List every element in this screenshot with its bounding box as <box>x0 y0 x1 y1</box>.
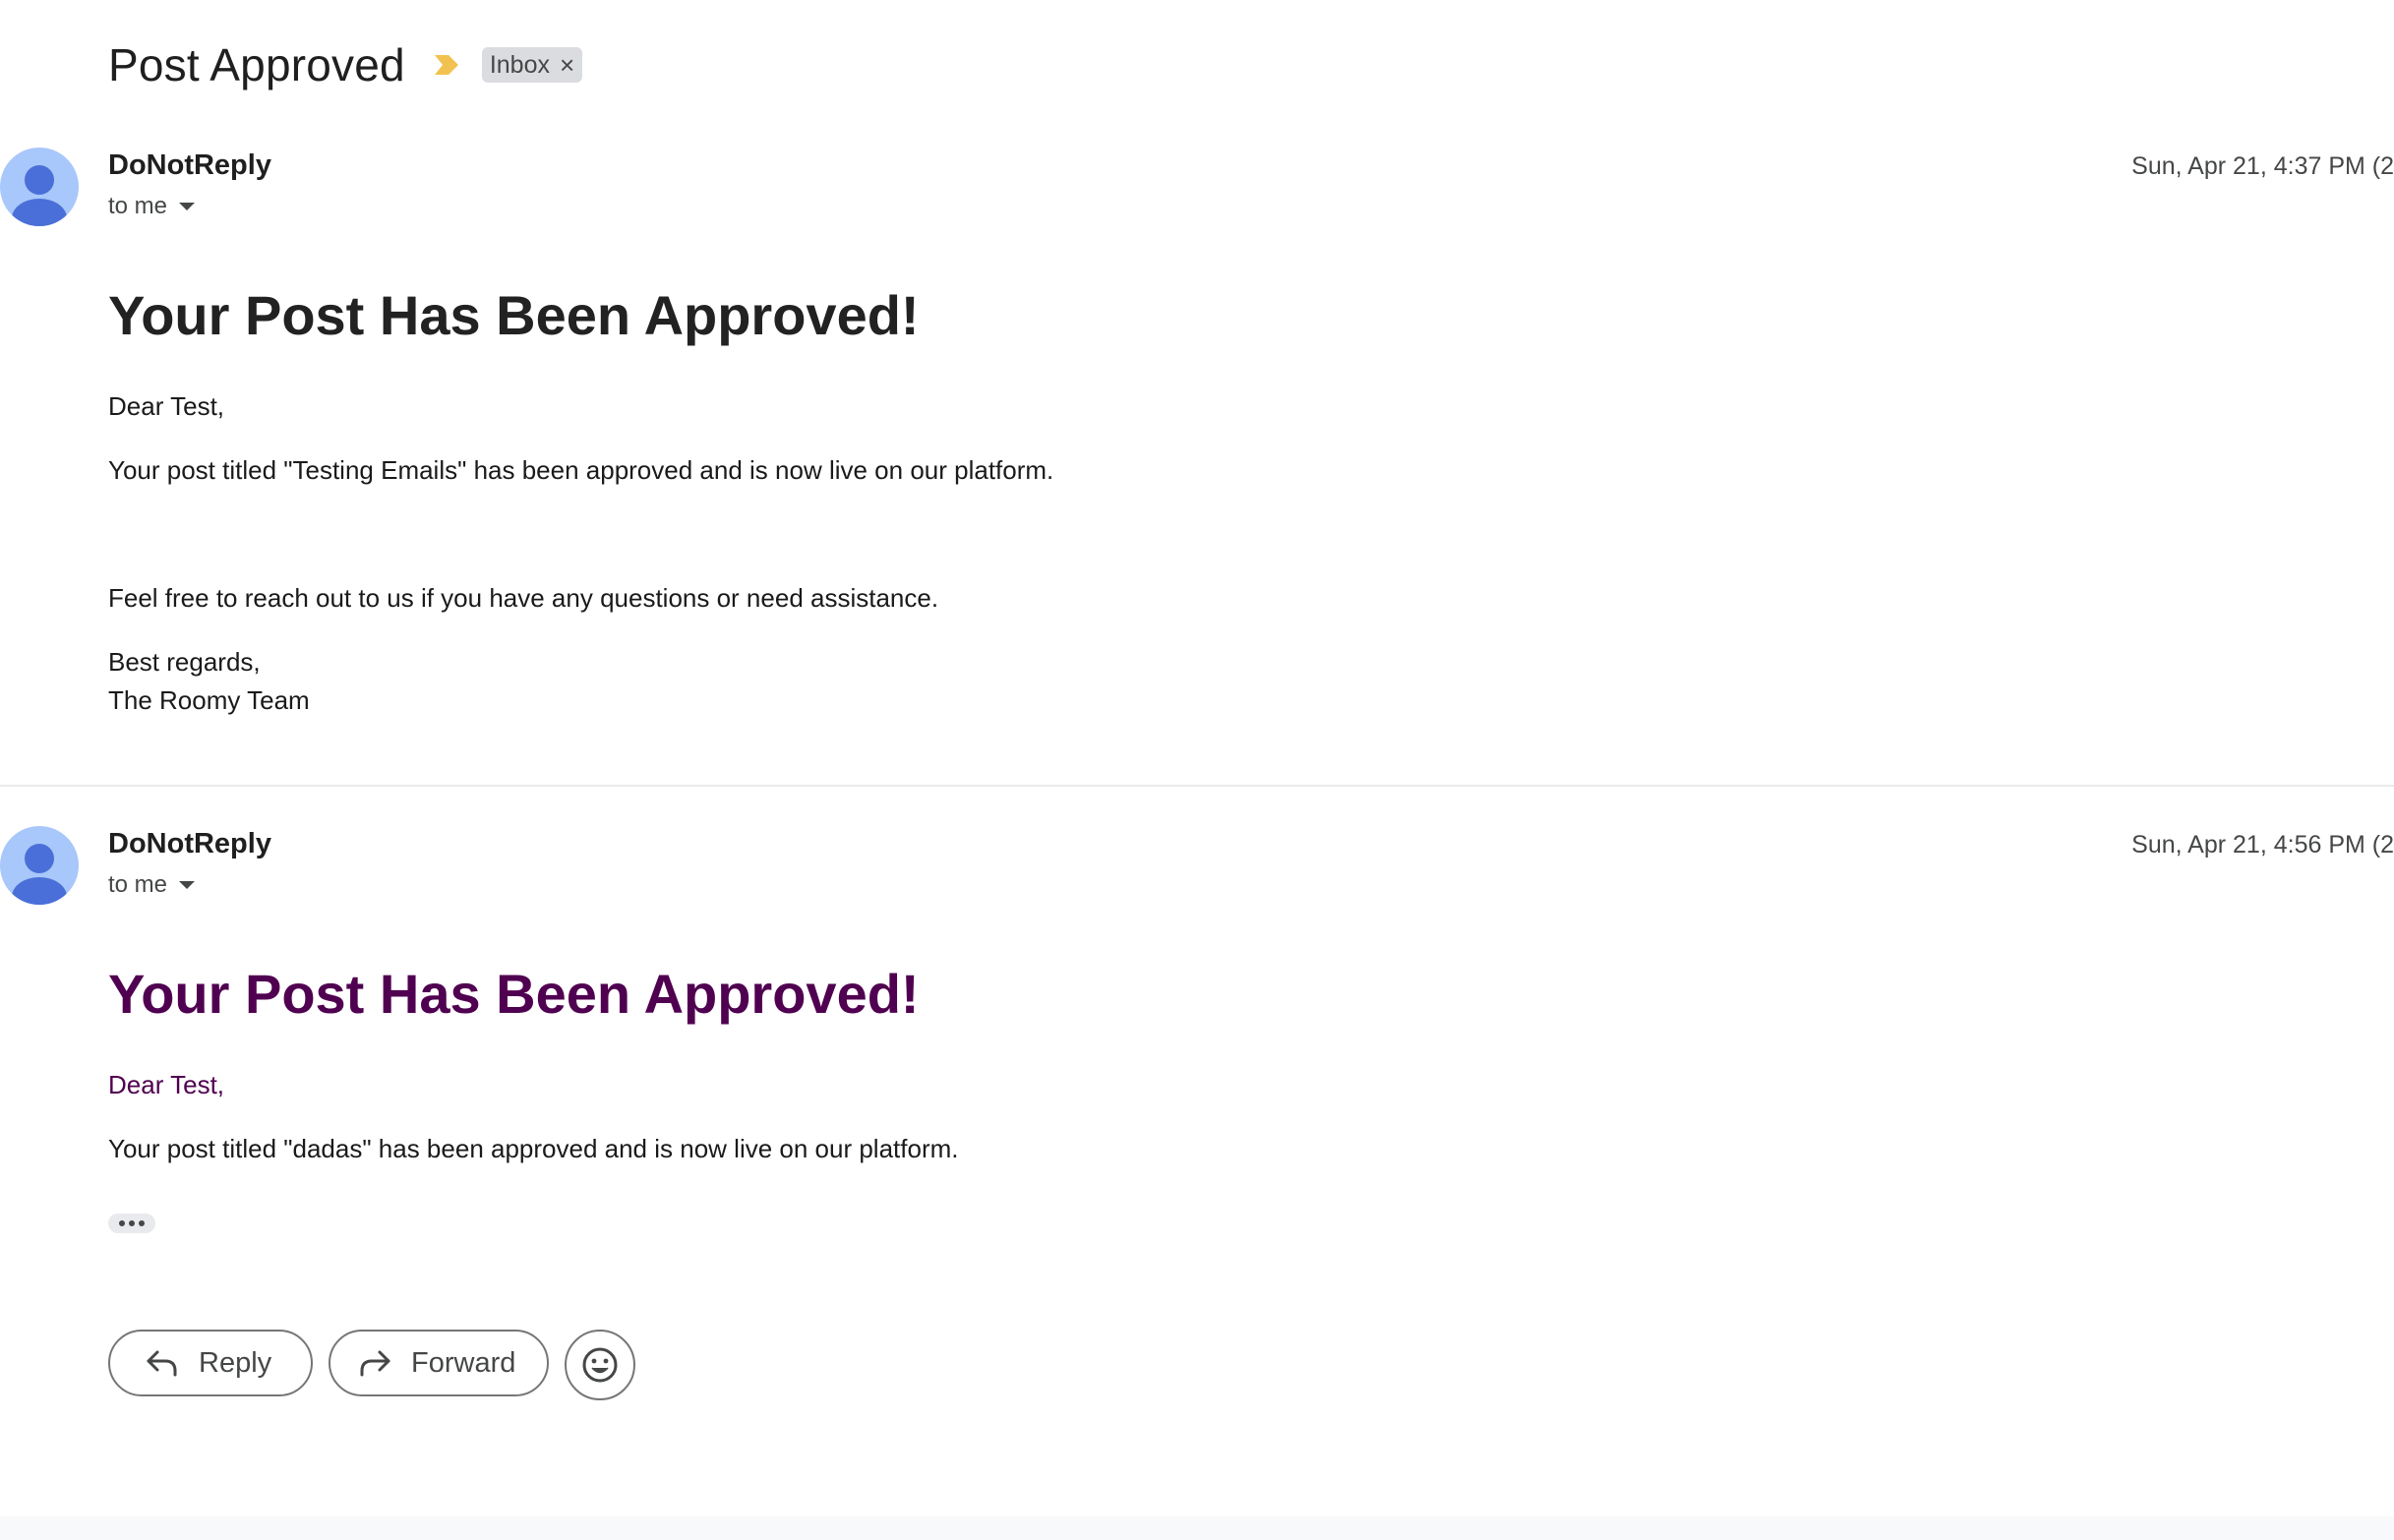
dot-icon <box>139 1220 145 1226</box>
message-date: Sun, Apr 21, 4:56 PM (2 <box>2131 831 2394 859</box>
forward-arrow-icon <box>360 1350 390 1377</box>
reply-button[interactable]: Reply <box>108 1330 313 1396</box>
person-icon-head <box>25 844 54 873</box>
label-chip-inbox: Inbox × <box>481 47 583 83</box>
reply-label: Reply <box>199 1346 272 1379</box>
sender-avatar[interactable] <box>0 826 79 905</box>
sender-name[interactable]: DoNotReply <box>108 828 271 860</box>
reply-arrow-icon <box>147 1350 177 1377</box>
email-signature: The Roomy Team <box>108 685 310 715</box>
person-icon-head <box>25 165 54 195</box>
chevron-down-icon <box>179 881 196 889</box>
show-trimmed-content-button[interactable] <box>108 1214 155 1233</box>
chevron-down-icon <box>179 203 196 210</box>
dot-icon <box>129 1220 135 1226</box>
email-greeting: Dear Test, <box>108 391 225 421</box>
person-icon-body <box>12 199 67 226</box>
footer-strip <box>0 1516 2394 1540</box>
email-body: Your post titled "Testing Emails" has be… <box>108 455 1054 485</box>
dot-icon <box>119 1220 125 1226</box>
message-date: Sun, Apr 21, 4:37 PM (2 <box>2131 152 2394 180</box>
recipient-details-toggle[interactable]: to me <box>108 193 196 220</box>
subject-row: Post Approved Inbox × <box>108 35 583 94</box>
smiley-icon <box>582 1347 618 1383</box>
message-divider <box>0 785 2394 787</box>
email-greeting: Dear Test, <box>108 1070 225 1099</box>
forward-button[interactable]: Forward <box>329 1330 549 1396</box>
label-chip-text: Inbox <box>489 50 550 79</box>
email-heading: Your Post Has Been Approved! <box>108 284 920 346</box>
sender-avatar[interactable] <box>0 148 79 226</box>
email-closing: Feel free to reach out to us if you have… <box>108 583 939 613</box>
recipient-label: to me <box>108 871 168 898</box>
emoji-reaction-button[interactable] <box>565 1330 635 1400</box>
recipient-label: to me <box>108 193 168 219</box>
thread-subject: Post Approved <box>108 39 405 90</box>
email-heading: Your Post Has Been Approved! <box>108 963 920 1025</box>
email-signoff: Best regards, <box>108 647 261 677</box>
email-body: Your post titled "dadas" has been approv… <box>108 1134 959 1163</box>
person-icon-body <box>12 877 67 905</box>
importance-marker-icon[interactable] <box>433 52 460 78</box>
recipient-details-toggle[interactable]: to me <box>108 871 196 899</box>
sender-name[interactable]: DoNotReply <box>108 149 271 182</box>
remove-label-icon[interactable]: × <box>560 50 574 81</box>
forward-label: Forward <box>411 1346 516 1379</box>
